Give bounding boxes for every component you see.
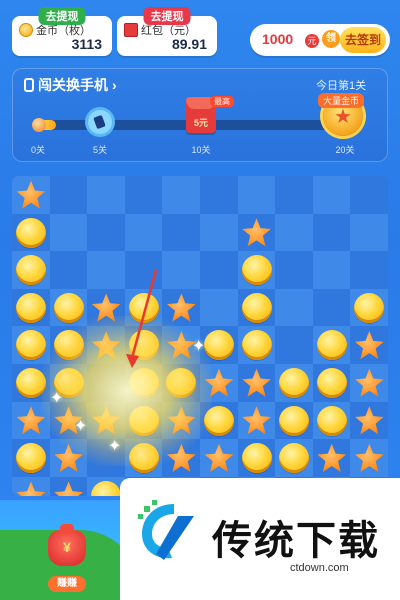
coin-icon (19, 23, 33, 37)
earn-button[interactable]: 赚赚 (48, 576, 86, 592)
level-panel-title: 闯关换手机 (38, 77, 108, 93)
milestone-label: 20关 (335, 145, 355, 155)
bag-symbol: ¥ (63, 539, 71, 555)
signin-amount: 1000 (262, 31, 294, 47)
coin-value: 3113 (71, 36, 102, 52)
today-level: 今日第1关 (316, 80, 367, 92)
signin-tag: 领 (322, 30, 340, 48)
money-bag-icon[interactable]: ¥ (48, 524, 86, 566)
watermark-title: 传统下载 (212, 519, 380, 563)
milestone-label: 10关 (191, 145, 211, 155)
swipe-arrow-icon (126, 269, 158, 368)
phone-icon (24, 78, 34, 92)
level-panel-title-link[interactable]: 闯关换手机 › (24, 75, 117, 95)
redpacket-value: 89.91 (171, 36, 207, 52)
chevron-right-icon: › (112, 77, 117, 93)
signin-unit: 元 (305, 34, 319, 48)
progress-start-icon (32, 118, 46, 132)
milestone-label: 5关 (92, 145, 108, 155)
game-board[interactable]: ✦ ✦ ✦ ✦ (12, 176, 388, 496)
coin-balance-card[interactable]: 去提现 金币（枚） 3113 (12, 7, 112, 56)
milestone-badge-coins: 大量金币 (318, 93, 365, 108)
watermark-url: ctdown.com (290, 562, 349, 574)
redpacket-balance-card[interactable]: 去提现 红包（元） 89.91 (117, 7, 217, 56)
milestone-label: 0关 (30, 145, 46, 155)
watermark-logo-icon (138, 500, 194, 560)
signin-button[interactable]: 去签到 (340, 27, 386, 53)
signin-banner[interactable]: 1000 元 领 去签到 (250, 24, 390, 56)
watermark: 传统下载 ctdown.com (120, 478, 400, 600)
milestone-badge-max: 最高 (210, 96, 234, 107)
gear-icon (88, 110, 112, 134)
top-bar: 去提现 金币（枚） 3113 去提现 红包（元） 89.91 1000 元 领 … (0, 0, 400, 65)
red-packet-icon (124, 23, 138, 37)
milestone-reward: 5元 (193, 118, 208, 128)
